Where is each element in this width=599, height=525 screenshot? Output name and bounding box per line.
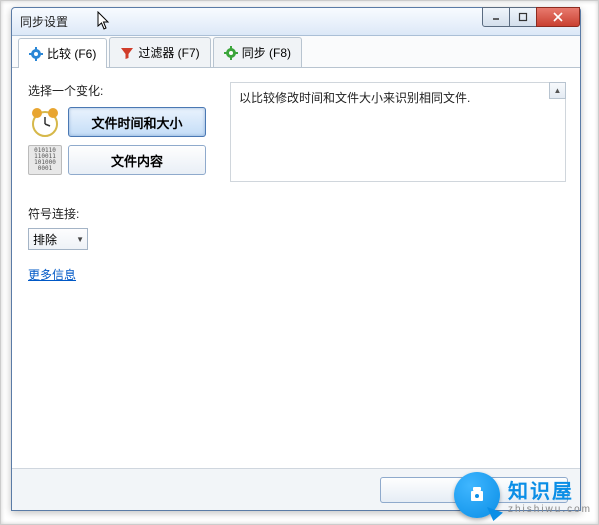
tab-label: 比较 (F6) — [47, 45, 96, 62]
binary-icon: 0101101100111010000001 — [28, 145, 62, 175]
dropdown-value: 排除 — [33, 231, 57, 248]
symlink-dropdown[interactable]: 排除 ▼ — [28, 228, 88, 250]
funnel-icon — [120, 46, 134, 60]
window-title: 同步设置 — [20, 13, 68, 30]
cursor-icon — [97, 11, 113, 31]
content-area: 选择一个变化: 文件时间和大小 0101101100111010000001 — [12, 68, 580, 510]
dialog-window: 同步设置 比较 (F6) — [11, 7, 581, 511]
tab-label: 同步 (F8) — [242, 44, 291, 61]
window-controls — [483, 7, 580, 27]
symlink-label: 符号连接: — [28, 205, 564, 222]
option-content-button[interactable]: 文件内容 — [68, 145, 206, 175]
tab-filter[interactable]: 过滤器 (F7) — [109, 37, 210, 67]
description-panel: 以比较修改时间和文件大小来识别相同文件. ▲ — [230, 82, 566, 182]
close-button[interactable] — [536, 7, 580, 27]
tab-label: 过滤器 (F7) — [138, 44, 199, 61]
chevron-down-icon: ▼ — [76, 235, 84, 244]
minimize-button[interactable] — [482, 7, 510, 27]
select-change-label: 选择一个变化: — [28, 82, 214, 99]
option-time-size-button[interactable]: 文件时间和大小 — [68, 107, 206, 137]
clock-icon — [28, 105, 62, 139]
tab-sync[interactable]: 同步 (F8) — [213, 37, 302, 67]
maximize-button[interactable] — [509, 7, 537, 27]
tab-bar: 比较 (F6) 过滤器 (F7) 同步 (F8) — [12, 36, 580, 68]
more-info-link[interactable]: 更多信息 — [28, 266, 76, 283]
watermark-url: zhishiwu.com — [508, 504, 592, 515]
scroll-up-button[interactable]: ▲ — [549, 82, 566, 99]
watermark: 知识屋 zhishiwu.com — [454, 472, 592, 518]
symlink-section: 符号连接: 排除 ▼ 更多信息 — [28, 181, 564, 283]
compare-options: 选择一个变化: 文件时间和大小 0101101100111010000001 — [28, 82, 214, 181]
description-text: 以比较修改时间和文件大小来识别相同文件. — [239, 91, 470, 105]
tab-compare[interactable]: 比较 (F6) — [18, 38, 107, 68]
watermark-text: 知识屋 — [508, 475, 592, 504]
gear-icon — [29, 47, 43, 61]
gear-green-icon — [224, 46, 238, 60]
watermark-badge-icon — [454, 472, 500, 518]
